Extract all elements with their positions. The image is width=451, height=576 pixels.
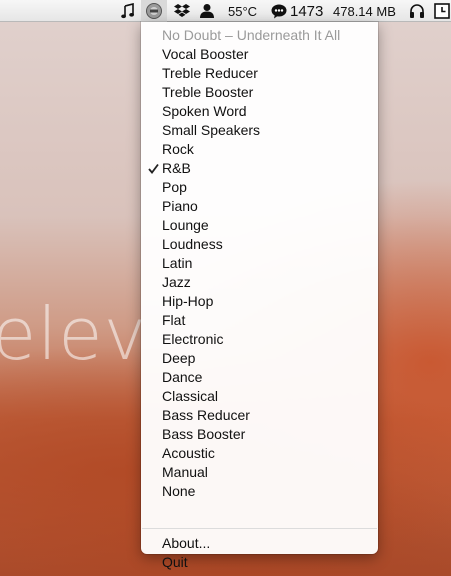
clock-icon[interactable] xyxy=(433,0,451,22)
memory-readout[interactable]: 478.14 MB xyxy=(333,0,396,22)
preset-label: Small Speakers xyxy=(162,122,261,138)
preset-menu-item[interactable]: Bass Reducer xyxy=(141,406,378,425)
preset-menu-item[interactable]: Piano xyxy=(141,197,378,216)
preset-menu-item[interactable]: Latin xyxy=(141,254,378,273)
preset-label: Treble Booster xyxy=(162,84,254,100)
memory-value: 478.14 MB xyxy=(333,3,396,19)
preset-menu-item[interactable]: Rock xyxy=(141,140,378,159)
preset-label: Flat xyxy=(162,312,186,328)
count-readout[interactable]: 1473 xyxy=(290,0,323,22)
preset-label: Electronic xyxy=(162,331,224,347)
preset-list: Vocal Booster Treble Reducer Treble Booste… xyxy=(141,45,378,501)
preset-menu-item[interactable]: Treble Booster xyxy=(141,83,378,102)
preset-menu-item[interactable]: Small Speakers xyxy=(141,121,378,140)
now-playing-label: No Doubt – Underneath It All xyxy=(162,27,341,43)
equalizer-app-icon[interactable] xyxy=(141,0,167,22)
preset-label: Rock xyxy=(162,141,194,157)
preset-menu-item[interactable]: Loudness xyxy=(141,235,378,254)
preset-menu-item[interactable]: Treble Reducer xyxy=(141,64,378,83)
preset-menu-item[interactable]: Flat xyxy=(141,311,378,330)
preset-label: Piano xyxy=(162,198,198,214)
preset-label: Hip-Hop xyxy=(162,293,214,309)
preset-menu-item[interactable]: Classical xyxy=(141,387,378,406)
quit-menu-item[interactable]: Quit xyxy=(141,553,378,572)
preset-label: Latin xyxy=(162,255,193,271)
preset-label: Lounge xyxy=(162,217,209,233)
menu-separator xyxy=(142,528,377,529)
preset-menu-item[interactable]: Lounge xyxy=(141,216,378,235)
preset-menu-item[interactable]: Spoken Word xyxy=(141,102,378,121)
preset-label: Spoken Word xyxy=(162,103,247,119)
preset-label: Vocal Booster xyxy=(162,46,249,62)
preset-menu-item[interactable]: Electronic xyxy=(141,330,378,349)
preset-menu-item[interactable]: None xyxy=(141,482,378,501)
preset-label: Bass Booster xyxy=(162,426,246,442)
headphones-icon[interactable] xyxy=(408,0,426,22)
dropbox-icon[interactable] xyxy=(172,0,192,22)
preset-label: Loudness xyxy=(162,236,223,252)
preset-label: None xyxy=(162,483,196,499)
count-value: 1473 xyxy=(290,2,324,20)
music-note-icon[interactable] xyxy=(119,0,137,22)
chat-bubble-icon[interactable] xyxy=(270,0,288,22)
menu-bar: 55°C 1473 478.14 MB xyxy=(0,0,451,22)
preset-label: Classical xyxy=(162,388,219,404)
preset-label: Bass Reducer xyxy=(162,407,250,423)
preset-menu-item[interactable]: Vocal Booster xyxy=(141,45,378,64)
preset-menu-item[interactable]: R&B xyxy=(141,159,378,178)
checkmark-icon xyxy=(146,159,160,178)
preset-menu-item[interactable]: Hip-Hop xyxy=(141,292,378,311)
preset-menu-item[interactable]: Acoustic xyxy=(141,444,378,463)
quit-label: Quit xyxy=(162,554,188,570)
preset-label: Treble Reducer xyxy=(162,65,258,81)
preset-menu-item[interactable]: Deep xyxy=(141,349,378,368)
preset-label: Jazz xyxy=(162,274,191,290)
about-menu-item[interactable]: About... xyxy=(141,534,378,553)
preset-label: Deep xyxy=(162,350,196,366)
preset-menu-item[interactable]: Dance xyxy=(141,368,378,387)
preset-label: Acoustic xyxy=(162,445,215,461)
preset-menu-item[interactable]: Bass Booster xyxy=(141,425,378,444)
preset-label: Manual xyxy=(162,464,208,480)
wallpaper-watermark: elev xyxy=(0,292,148,376)
preset-label: Dance xyxy=(162,369,203,385)
preset-menu-item[interactable]: Jazz xyxy=(141,273,378,292)
preset-menu-item[interactable]: Manual xyxy=(141,463,378,482)
temperature-value: 55°C xyxy=(228,3,258,19)
equalizer-dropdown-menu: No Doubt – Underneath It All Vocal Boost… xyxy=(141,22,378,570)
temperature-readout[interactable]: 55°C xyxy=(228,0,257,22)
preset-menu-item[interactable]: Pop xyxy=(141,178,378,197)
preset-label: Pop xyxy=(162,179,187,195)
preset-label: R&B xyxy=(162,160,191,176)
about-label: About... xyxy=(162,535,211,551)
user-icon[interactable] xyxy=(197,0,217,22)
